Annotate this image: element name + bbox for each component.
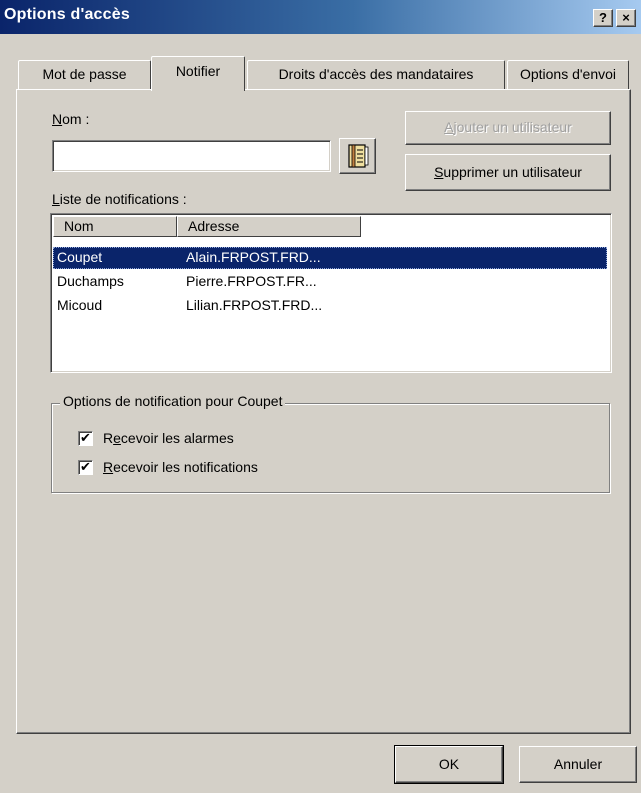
title-bar[interactable]: Options d'accès ? ×	[0, 0, 641, 34]
tab-options-envoi[interactable]: Options d'envoi	[507, 60, 629, 90]
list-item[interactable]: Coupet Alain.FRPOST.FRD...	[53, 247, 607, 269]
remove-user-button[interactable]: Supprimer un utilisateur	[405, 154, 611, 191]
list-item-address: Alain.FRPOST.FRD...	[186, 249, 321, 265]
tab-mot-de-passe[interactable]: Mot de passe	[18, 60, 151, 90]
add-user-button[interactable]: Ajouter un utilisateur	[405, 111, 611, 145]
notification-options-group	[51, 403, 610, 493]
ok-button[interactable]: OK	[394, 745, 504, 784]
list-item-name: Micoud	[57, 297, 103, 313]
column-header-nom[interactable]: Nom	[53, 216, 177, 237]
notification-options-legend: Options de notification pour Coupet	[60, 393, 286, 409]
list-item-name: Coupet	[57, 249, 103, 265]
list-item[interactable]: Duchamps Pierre.FRPOST.FR...	[53, 271, 607, 293]
receive-notifications-checkbox[interactable]: ✔	[78, 460, 93, 475]
receive-notifications-label[interactable]: Recevoir les notifications	[103, 459, 258, 475]
receive-alarms-label[interactable]: Recevoir les alarmes	[103, 430, 234, 446]
tab-notifier[interactable]: Notifier	[151, 56, 245, 91]
name-field[interactable]	[52, 140, 331, 172]
notification-list-label: Liste de notifications :	[52, 191, 187, 207]
list-item-address: Pierre.FRPOST.FR...	[186, 273, 317, 289]
name-label: Nom :	[52, 111, 90, 127]
checkmark-icon: ✔	[80, 430, 91, 445]
checkmark-icon: ✔	[80, 459, 91, 474]
list-item-name: Duchamps	[57, 273, 124, 289]
close-icon: ×	[622, 10, 630, 25]
close-button[interactable]: ×	[616, 9, 636, 27]
notification-list[interactable]: Nom Adresse Coupet Alain.FRPOST.FRD... D…	[50, 213, 612, 373]
list-item-address: Lilian.FRPOST.FRD...	[186, 297, 323, 313]
list-header: Nom Adresse	[53, 216, 609, 237]
help-button[interactable]: ?	[593, 9, 613, 27]
tab-droits-acces-mandataires[interactable]: Droits d'accès des mandataires	[247, 60, 505, 90]
list-item[interactable]: Micoud Lilian.FRPOST.FRD...	[53, 295, 607, 317]
dialog-title: Options d'accès	[4, 6, 130, 23]
address-book-icon	[348, 144, 369, 168]
address-book-button[interactable]	[339, 138, 376, 174]
dialog-window: Options d'accès ? × Mot de passe Notifie…	[0, 0, 641, 793]
receive-alarms-checkbox[interactable]: ✔	[78, 431, 93, 446]
cancel-button[interactable]: Annuler	[519, 746, 637, 783]
column-header-adresse[interactable]: Adresse	[177, 216, 361, 237]
